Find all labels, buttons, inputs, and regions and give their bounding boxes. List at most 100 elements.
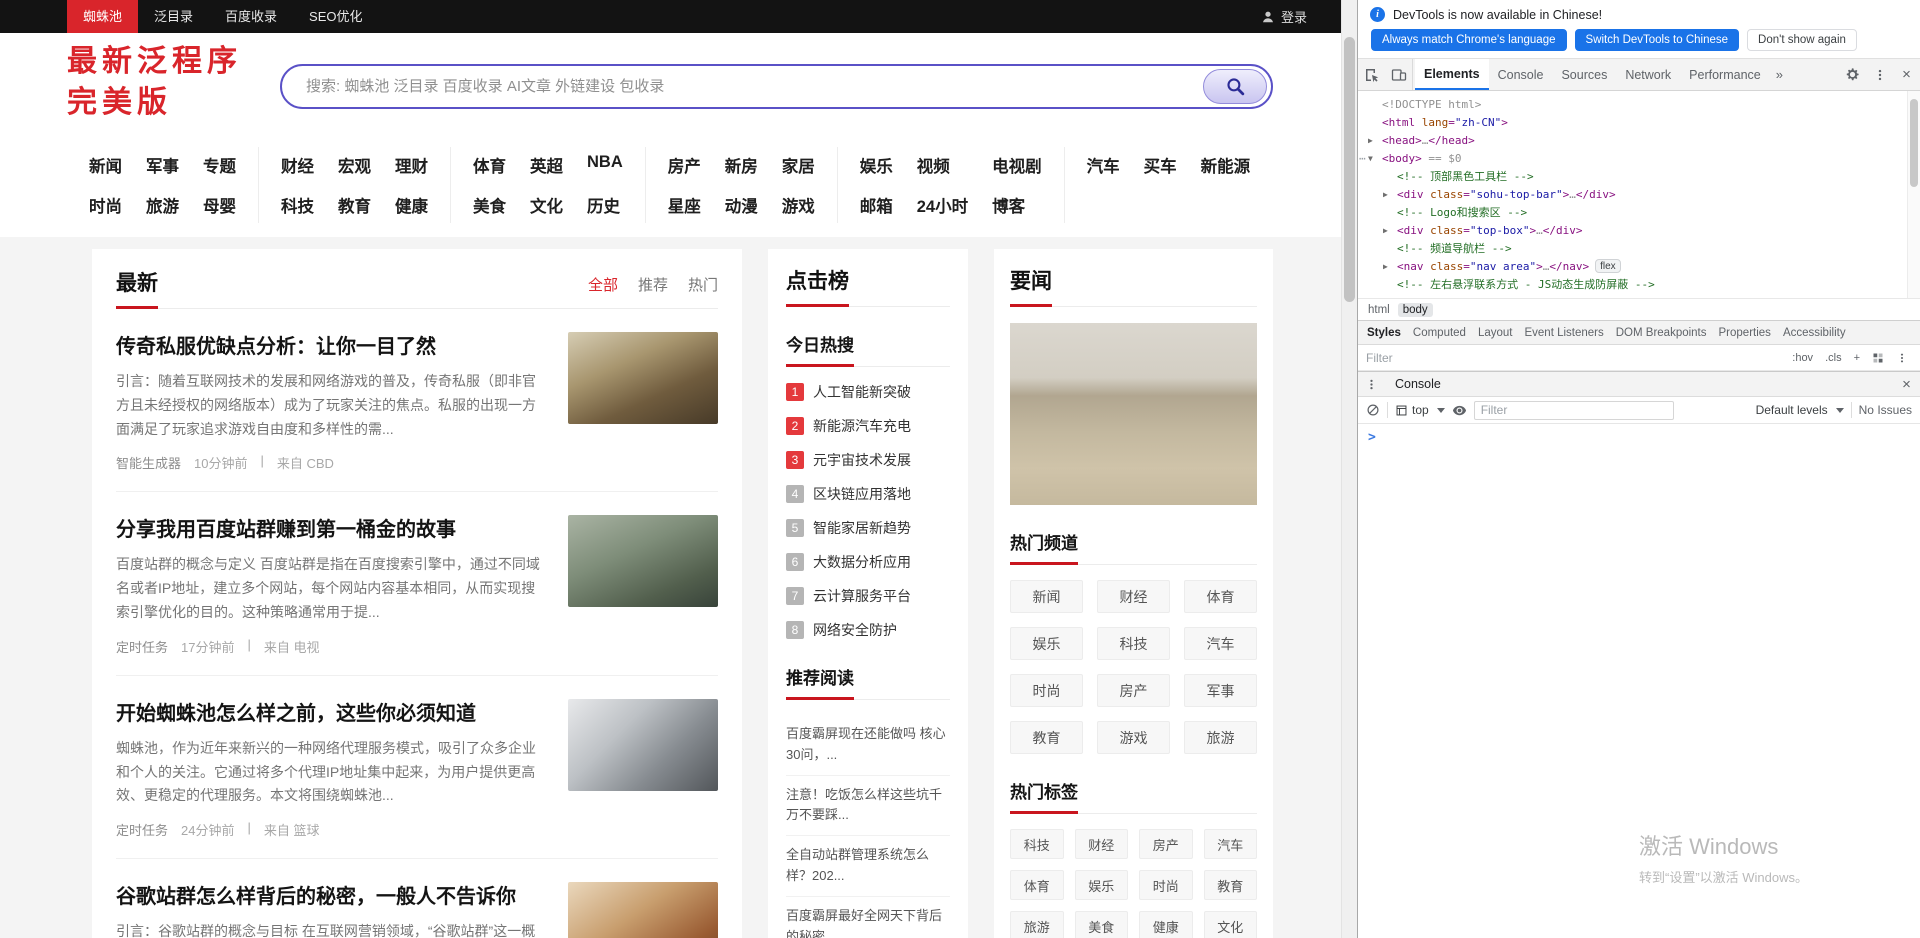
nav-channel[interactable]: 英超 <box>530 153 563 177</box>
tag-button[interactable]: 健康 <box>1139 911 1193 938</box>
nav-channel[interactable]: 房产 <box>668 153 701 177</box>
tab-styles[interactable]: Styles <box>1361 327 1407 339</box>
channel-button[interactable]: 旅游 <box>1184 721 1257 754</box>
nav-channel[interactable]: 电视剧 <box>992 153 1042 177</box>
nav-channel[interactable]: 邮箱 <box>860 193 893 217</box>
elements-tree-node[interactable]: ⋯▼<body> == $0 <box>1358 150 1906 168</box>
elements-tree-node[interactable]: <!-- 频道导航栏 --> <box>1358 240 1906 258</box>
nav-channel[interactable]: 家居 <box>782 153 815 177</box>
issues-counter[interactable]: No Issues <box>1859 403 1912 417</box>
hot-search-item[interactable]: 7 云计算服务平台 <box>786 586 950 606</box>
topbar-link-pan-directory[interactable]: 泛目录 <box>138 0 209 33</box>
tag-button[interactable]: 娱乐 <box>1075 870 1129 900</box>
tab-performance[interactable]: Performance <box>1680 59 1770 90</box>
elements-tree-node[interactable]: ▶<head>…</head> <box>1358 132 1906 150</box>
gear-icon[interactable] <box>1839 59 1866 90</box>
expand-arrow-icon[interactable]: ▶ <box>1383 186 1388 204</box>
nav-channel[interactable]: 游戏 <box>782 193 815 217</box>
tab-accessibility[interactable]: Accessibility <box>1777 327 1852 339</box>
eye-icon[interactable] <box>1452 403 1467 418</box>
kebab-menu-icon[interactable] <box>1866 59 1893 90</box>
drawer-tab-console[interactable]: Console <box>1385 372 1451 396</box>
toggle-element-classes[interactable]: .cls <box>1821 352 1846 364</box>
page-scrollbar-thumb[interactable] <box>1344 37 1355 302</box>
site-logo[interactable]: 最新泛程序 完美版 <box>67 41 242 123</box>
console-levels-dropdown[interactable]: Default levels <box>1756 403 1844 417</box>
topbar-link-spider-pool[interactable]: 蜘蛛池 <box>67 0 138 33</box>
tag-button[interactable]: 文化 <box>1204 911 1258 938</box>
nav-channel[interactable]: 文化 <box>530 193 563 217</box>
tab-all[interactable]: 全部 <box>588 274 618 295</box>
article-origin[interactable]: 来自 篮球 <box>264 820 320 839</box>
console-filter-input[interactable] <box>1474 401 1674 420</box>
page-scrollbar[interactable] <box>1341 0 1357 938</box>
expand-arrow-icon[interactable]: ▶ <box>1383 222 1388 240</box>
elements-tree-node[interactable]: ▶<div class="sohu-top-bar">…</div> <box>1358 186 1906 204</box>
article-origin[interactable]: 来自 CBD <box>277 453 334 472</box>
article-thumbnail[interactable] <box>568 332 718 424</box>
tag-button[interactable]: 美食 <box>1075 911 1129 938</box>
article-thumbnail[interactable] <box>568 515 718 607</box>
device-toolbar-icon[interactable] <box>1385 59 1412 90</box>
nav-channel[interactable]: 母婴 <box>203 193 236 217</box>
drawer-kebab-icon[interactable] <box>1358 372 1385 396</box>
devtools-close-icon[interactable]: × <box>1893 59 1920 90</box>
tab-recommended[interactable]: 推荐 <box>638 274 668 295</box>
more-tabs-icon[interactable]: » <box>1770 67 1789 82</box>
nav-channel[interactable]: 娱乐 <box>860 153 893 177</box>
hot-search-item[interactable]: 5 智能家居新趋势 <box>786 518 950 538</box>
hot-search-item[interactable]: 2 新能源汽车充电 <box>786 416 950 436</box>
toggle-hover-state[interactable]: :hov <box>1788 352 1817 364</box>
nav-channel[interactable]: 教育 <box>338 193 371 217</box>
tab-dom-breakpoints[interactable]: DOM Breakpoints <box>1610 327 1713 339</box>
elements-tree-node[interactable]: <!DOCTYPE html> <box>1358 96 1906 114</box>
nav-channel[interactable]: 博客 <box>992 193 1042 217</box>
nav-channel[interactable]: 财经 <box>281 153 314 177</box>
tag-button[interactable]: 时尚 <box>1139 870 1193 900</box>
hot-search-item[interactable]: 8 网络安全防护 <box>786 620 950 640</box>
nav-channel[interactable]: 汽车 <box>1087 153 1120 177</box>
console-prompt[interactable]: > <box>1358 424 1920 445</box>
elements-scrollbar[interactable] <box>1907 91 1920 298</box>
tab-console[interactable]: Console <box>1489 59 1553 90</box>
new-style-rule-button[interactable]: + <box>1850 352 1864 364</box>
nav-channel[interactable]: 体育 <box>473 153 506 177</box>
elements-tree-node[interactable]: <!-- Logo和搜索区 --> <box>1358 204 1906 222</box>
clear-console-icon[interactable] <box>1366 403 1380 417</box>
topbar-link-seo[interactable]: SEO优化 <box>293 0 378 33</box>
channel-button[interactable]: 教育 <box>1010 721 1083 754</box>
channel-button[interactable]: 军事 <box>1184 674 1257 707</box>
channel-button[interactable]: 科技 <box>1097 627 1170 660</box>
console-close-icon[interactable]: × <box>1893 372 1920 396</box>
elements-scrollbar-thumb[interactable] <box>1910 99 1918 187</box>
nav-channel[interactable]: 24小时 <box>917 193 968 217</box>
tag-button[interactable]: 财经 <box>1075 829 1129 859</box>
nav-channel[interactable]: 健康 <box>395 193 428 217</box>
tab-sources[interactable]: Sources <box>1552 59 1616 90</box>
collapse-arrow-icon[interactable]: ▼ <box>1368 150 1373 168</box>
article-source[interactable]: 定时任务 <box>116 637 168 656</box>
elements-tree-node[interactable]: ▶<div class="top-box">…</div> <box>1358 222 1906 240</box>
tab-network[interactable]: Network <box>1616 59 1680 90</box>
tab-elements[interactable]: Elements <box>1415 59 1489 90</box>
search-button[interactable] <box>1203 69 1267 104</box>
channel-button[interactable]: 娱乐 <box>1010 627 1083 660</box>
nav-channel[interactable]: NBA <box>587 153 623 177</box>
tag-button[interactable]: 教育 <box>1204 870 1258 900</box>
article-thumbnail[interactable] <box>568 699 718 791</box>
nav-channel[interactable]: 美食 <box>473 193 506 217</box>
grid-overlay-icon[interactable] <box>1868 352 1888 364</box>
nav-channel[interactable]: 旅游 <box>146 193 179 217</box>
expand-arrow-icon[interactable]: ▶ <box>1368 132 1373 150</box>
topbar-link-baidu-index[interactable]: 百度收录 <box>209 0 293 33</box>
tab-properties[interactable]: Properties <box>1713 327 1777 339</box>
hot-search-item[interactable]: 1 人工智能新突破 <box>786 382 950 402</box>
nav-channel[interactable]: 新闻 <box>89 153 122 177</box>
nav-channel[interactable]: 新房 <box>725 153 758 177</box>
elements-tree-node[interactable]: <!-- 左右悬浮联系方式 - JS动态生成防屏蔽 --> <box>1358 276 1906 294</box>
tag-button[interactable]: 体育 <box>1010 870 1064 900</box>
nav-channel[interactable]: 军事 <box>146 153 179 177</box>
channel-button[interactable]: 时尚 <box>1010 674 1083 707</box>
article-title[interactable]: 传奇私服优缺点分析：让你一目了然 <box>116 330 548 359</box>
article-origin[interactable]: 来自 电视 <box>264 637 320 656</box>
